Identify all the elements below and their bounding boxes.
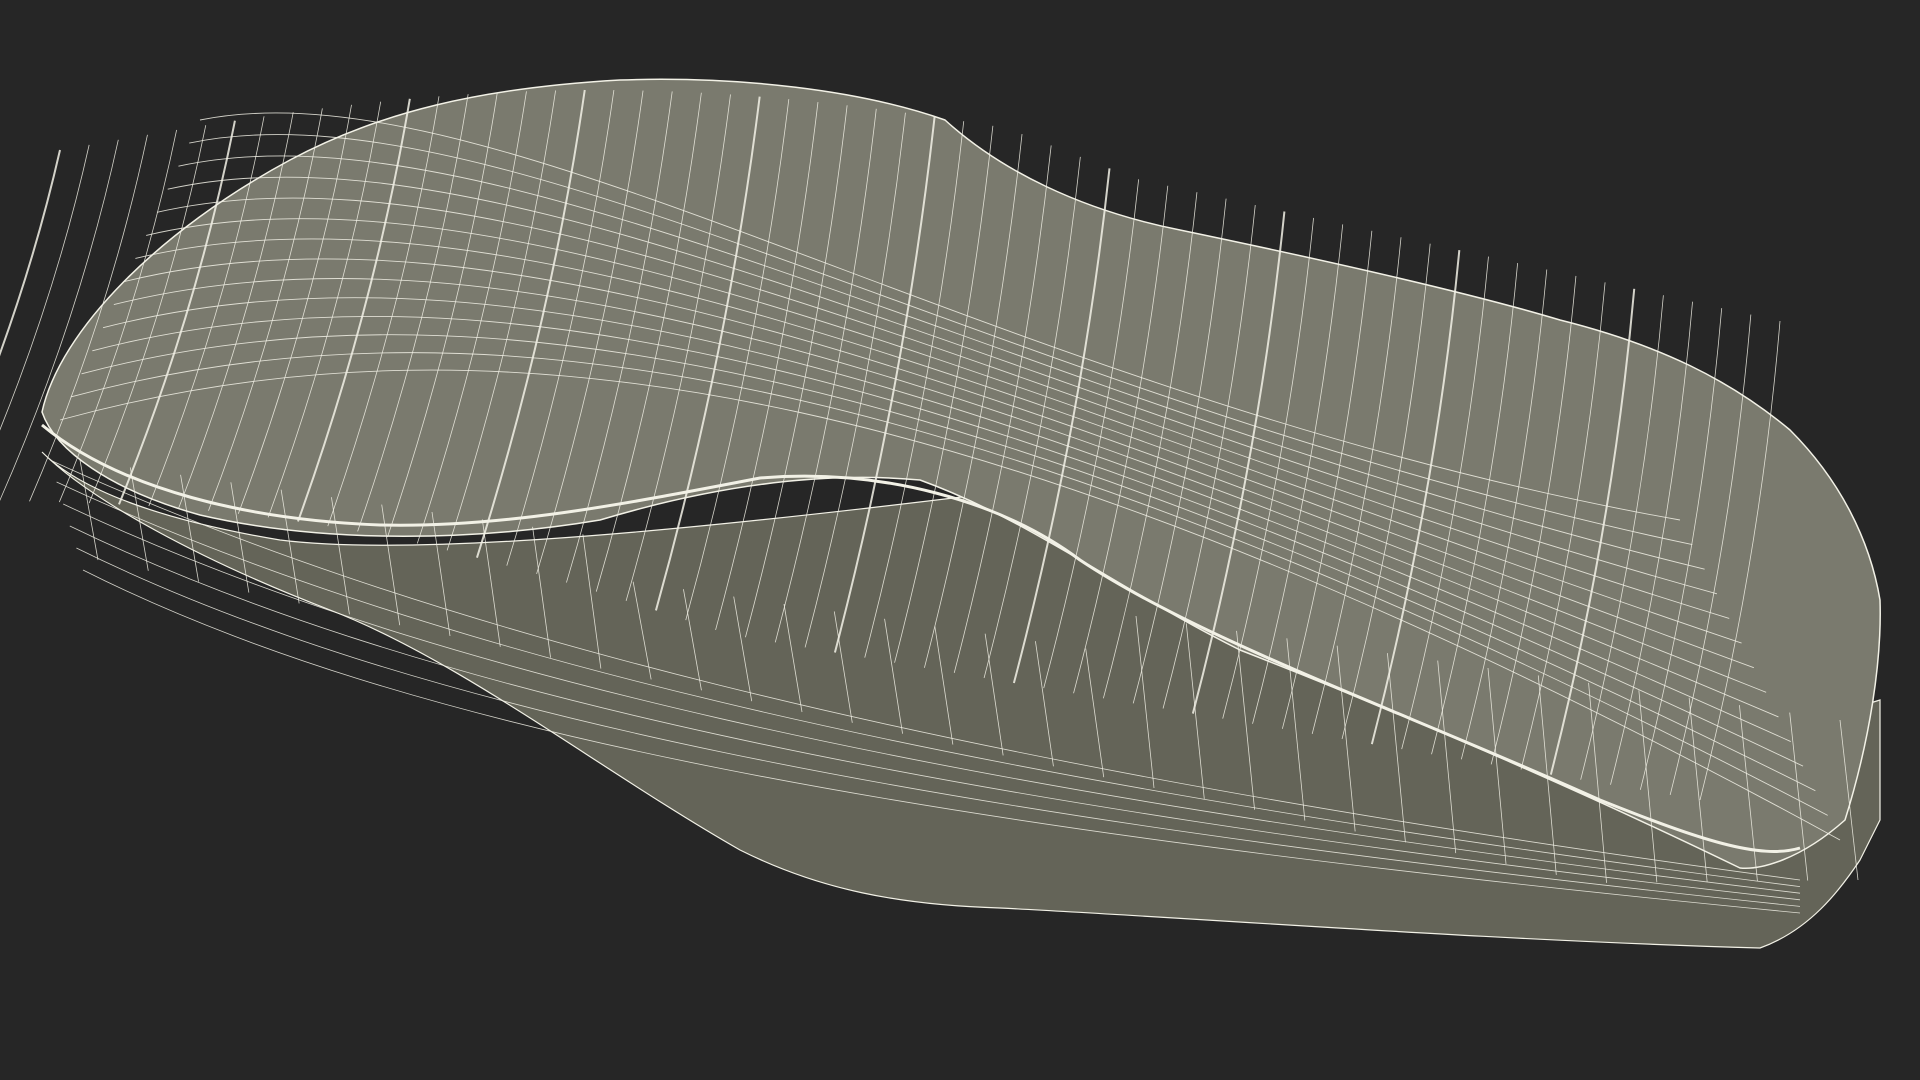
render-viewport xyxy=(0,0,1920,1080)
shoe-wireframe-render xyxy=(0,78,1881,949)
mesh-edge xyxy=(0,149,61,357)
